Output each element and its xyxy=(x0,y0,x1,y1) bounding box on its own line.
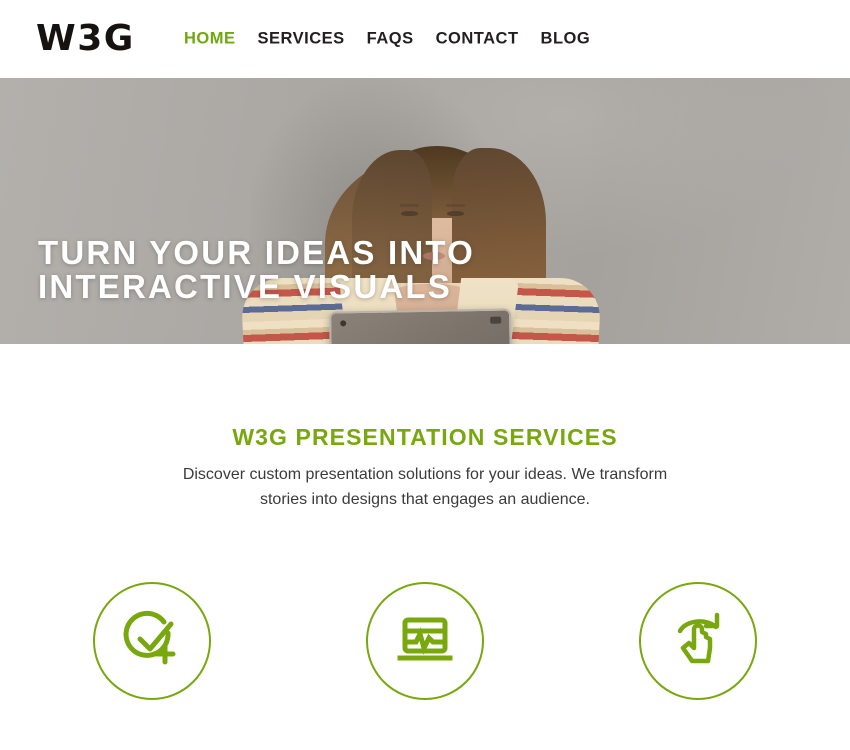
section-description: Discover custom presentation solutions f… xyxy=(182,466,668,508)
tablet-port xyxy=(490,316,502,324)
service-icon-row xyxy=(0,582,850,700)
hand-pointer-refresh-icon xyxy=(665,606,731,677)
nav-item-home[interactable]: HOME xyxy=(184,30,236,46)
service-item-3[interactable] xyxy=(639,582,757,700)
hero-title: TURN YOUR IDEAS INTO INTERACTIVE VISUALS xyxy=(38,234,475,305)
subject-eyebrow-left xyxy=(400,204,419,207)
site-header: W3G HOME SERVICES FAQS CONTACT BLOG xyxy=(0,0,850,78)
laptop-chart-icon xyxy=(392,606,458,677)
subject-eye-left xyxy=(401,211,418,216)
service-item-1[interactable] xyxy=(93,582,211,700)
logo[interactable]: W3G xyxy=(36,21,135,57)
services-section: W3G PRESENTATION SERVICES Discover custo… xyxy=(0,344,850,750)
nav-item-services[interactable]: SERVICES xyxy=(258,30,345,46)
subject-eye-right xyxy=(447,211,464,216)
tablet-camera xyxy=(340,320,347,327)
check-circle-plus-icon xyxy=(119,606,185,677)
tablet-device xyxy=(329,308,513,344)
section-title: W3G PRESENTATION SERVICES xyxy=(232,424,618,450)
service-item-2[interactable] xyxy=(366,582,484,700)
subject-eyebrow-right xyxy=(446,204,465,207)
nav-item-faqs[interactable]: FAQS xyxy=(367,30,414,46)
page-root: W3G HOME SERVICES FAQS CONTACT BLOG TURN… xyxy=(0,0,850,750)
main-navigation: HOME SERVICES FAQS CONTACT BLOG xyxy=(184,30,590,46)
hero-banner: TURN YOUR IDEAS INTO INTERACTIVE VISUALS xyxy=(0,78,850,344)
nav-item-blog[interactable]: BLOG xyxy=(541,30,591,46)
nav-item-contact[interactable]: CONTACT xyxy=(436,30,519,46)
